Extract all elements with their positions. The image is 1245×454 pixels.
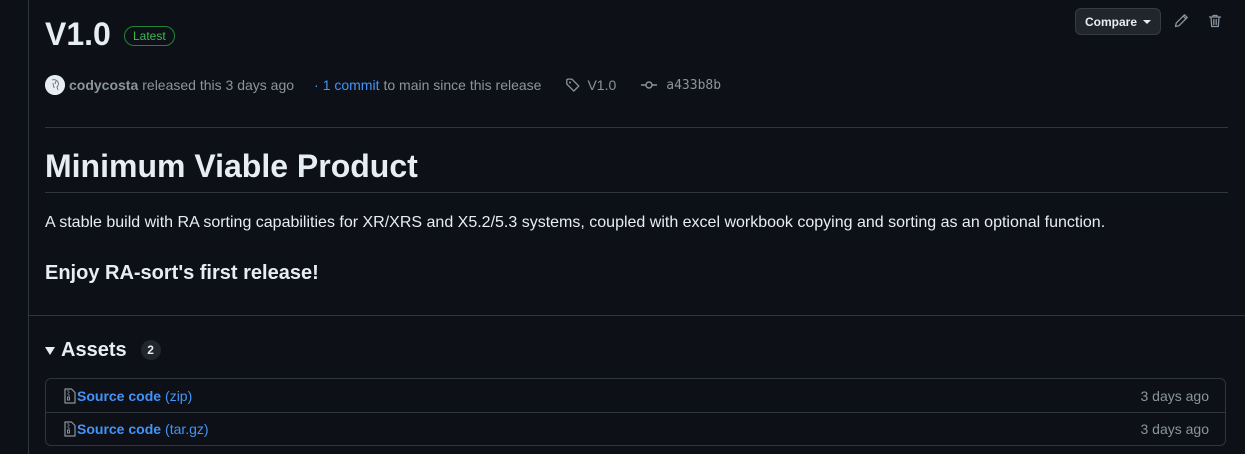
asset-link-targz[interactable]: Source code (tar.gz) (63, 421, 209, 437)
author-link[interactable]: codycosta (69, 77, 138, 93)
asset-row: Source code (zip) 3 days ago (46, 379, 1225, 412)
released-text: released this 3 days ago (142, 77, 295, 93)
commit-hash-link[interactable]: a433b8b (640, 77, 721, 93)
asset-date: 3 days ago (1140, 421, 1210, 437)
assets-divider (29, 315, 1245, 316)
release-meta: codycosta released this 3 days ago · 1 c… (45, 74, 721, 96)
assets-count-badge: 2 (140, 340, 161, 360)
assets-list: Source code (zip) 3 days ago Source code… (45, 378, 1226, 446)
heading-divider (45, 192, 1228, 193)
avatar[interactable] (45, 75, 65, 95)
asset-extension: (tar.gz) (165, 421, 209, 437)
tag-label: V1.0 (587, 77, 617, 93)
release-notes-subheading: Enjoy RA-sort's first release! (45, 262, 319, 284)
commits-text: to main since this release (383, 77, 542, 93)
asset-link-zip[interactable]: Source code (zip) (63, 388, 192, 404)
edit-release-button[interactable] (1171, 11, 1191, 31)
release-title[interactable]: V1.0 (45, 14, 111, 54)
git-commit-icon (641, 81, 658, 89)
asset-extension: (zip) (165, 387, 193, 404)
pencil-icon (1174, 14, 1188, 28)
latest-badge: Latest (124, 26, 175, 46)
release-card: V1.0 Latest Compare codycosta released t… (28, 0, 1245, 454)
tag-icon (566, 78, 580, 92)
release-notes-heading: Minimum Viable Product (45, 148, 418, 184)
compare-button-label: Compare (1084, 14, 1137, 29)
asset-row: Source code (tar.gz) 3 days ago (46, 412, 1225, 445)
triangle-down-icon (45, 347, 55, 355)
commit-hash: a433b8b (666, 77, 722, 93)
asset-date: 3 days ago (1140, 387, 1210, 404)
release-notes-description: A stable build with RA sorting capabilit… (45, 214, 1106, 231)
file-zip-icon (64, 421, 76, 437)
delete-release-button[interactable] (1205, 11, 1225, 31)
file-zip-icon (64, 387, 76, 404)
chevron-down-icon (1143, 20, 1151, 24)
asset-name: Source code (77, 421, 162, 437)
header-divider (45, 127, 1228, 128)
compare-button[interactable]: Compare (1075, 8, 1161, 35)
tag-link[interactable]: V1.0 (565, 77, 616, 93)
assets-title: Assets (61, 338, 127, 361)
commit-separator: · (314, 77, 319, 93)
asset-name: Source code (77, 387, 162, 404)
trash-icon (1208, 14, 1222, 28)
commits-link[interactable]: 1 commit (323, 77, 380, 93)
assets-toggle[interactable]: Assets 2 (45, 338, 161, 362)
